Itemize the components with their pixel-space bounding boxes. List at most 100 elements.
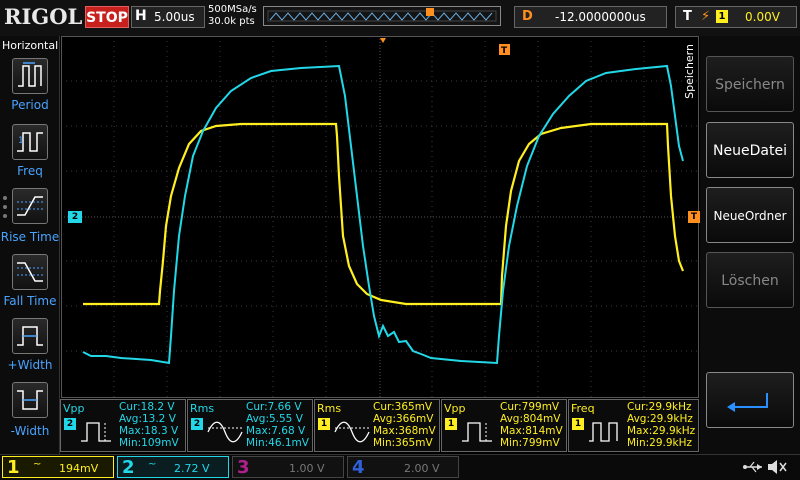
softkey-return[interactable] bbox=[706, 372, 794, 428]
measurement-average: Avg:804mV bbox=[500, 413, 561, 425]
measure-fall-time-button[interactable] bbox=[12, 254, 48, 290]
sample-rate: 500MSa/s bbox=[208, 4, 257, 15]
positive-width-icon bbox=[17, 326, 43, 346]
measure-rise-time-button[interactable] bbox=[12, 188, 48, 224]
measurement-current: Cur:29.9kHz bbox=[627, 401, 692, 413]
measure-positive-width-button[interactable] bbox=[12, 318, 48, 354]
negative-width-icon bbox=[17, 390, 43, 410]
measurement-source-badge: 1 bbox=[572, 418, 584, 430]
frequency-icon bbox=[589, 422, 618, 442]
measurement-average: Avg:13.2 V bbox=[119, 413, 176, 425]
measurement-name: Freq bbox=[571, 402, 595, 415]
measurement-max: Max:814mV bbox=[500, 425, 563, 437]
measurement-panel-3[interactable]: Rms 1 Cur:365mV Avg:366mV Max:368mV Min:… bbox=[314, 399, 440, 452]
return-arrow-icon bbox=[727, 393, 768, 412]
measurement-current: Cur:18.2 V bbox=[119, 401, 175, 413]
measurement-source-badge: 1 bbox=[445, 418, 457, 430]
frequency-icon: 1 bbox=[17, 132, 43, 152]
measurement-panel-1[interactable]: Vpp 2 Cur:18.2 V Avg:13.2 V Max:18.3 V M… bbox=[60, 399, 186, 452]
measurement-min: Min:799mV bbox=[500, 437, 560, 449]
speaker-muted-icon[interactable] bbox=[766, 458, 788, 476]
rms-icon bbox=[207, 421, 243, 443]
memory-overview-graphic bbox=[267, 8, 497, 22]
measurement-current: Cur:365mV bbox=[373, 401, 433, 413]
trigger-grid-label: T bbox=[501, 46, 508, 56]
measurement-average: Avg:366mV bbox=[373, 413, 434, 425]
channel-1-status[interactable]: 1 ~ 194mV bbox=[2, 456, 114, 478]
channel-number: 2 bbox=[122, 457, 135, 478]
memory-trigger-marker-grid: T bbox=[499, 44, 510, 56]
delay-value: -12.0000000us bbox=[555, 10, 646, 24]
measurement-max: Max:18.3 V bbox=[119, 425, 179, 437]
measurement-name: Rms bbox=[317, 402, 342, 415]
channel-3-status[interactable]: 3 1.00 V bbox=[232, 456, 344, 478]
timebase-value: 5.00us bbox=[154, 10, 195, 24]
rising-edge-icon: ⚡ bbox=[701, 9, 711, 24]
softkey-new-file[interactable]: NeueDatei bbox=[706, 122, 794, 178]
scroll-dot bbox=[3, 214, 7, 218]
brand-logo: RIGOL bbox=[4, 4, 83, 29]
ac-coupling-icon: ~ bbox=[33, 459, 42, 470]
measurement-min: Min:365mV bbox=[373, 437, 433, 449]
channel-2-status[interactable]: 2 ~ 2.72 V bbox=[117, 456, 229, 478]
measurement-name: Rms bbox=[190, 402, 215, 415]
measurement-name: Vpp bbox=[444, 402, 466, 415]
softkey-new-folder[interactable]: NeueOrdner bbox=[706, 187, 794, 243]
measure-period-button[interactable] bbox=[12, 58, 48, 94]
measurement-category-title: Horizontal bbox=[2, 39, 59, 52]
channel-4-status[interactable]: 4 2.00 V bbox=[347, 456, 459, 478]
measure-frequency-label: Freq bbox=[17, 164, 43, 178]
menu-title: Speichern bbox=[683, 44, 696, 99]
measure-period-label: Period bbox=[11, 98, 49, 112]
channel-number: 1 bbox=[7, 457, 20, 478]
measurement-source-badge: 2 bbox=[191, 418, 203, 430]
measure-positive-width-label: +Width bbox=[7, 358, 53, 372]
rms-icon bbox=[334, 421, 370, 443]
waveform-display[interactable]: T bbox=[61, 36, 699, 398]
trigger-source-badge: 1 bbox=[716, 10, 728, 23]
channel-scale: 1.00 V bbox=[289, 462, 325, 475]
memory-trigger-marker bbox=[426, 8, 434, 16]
measurement-max: Max:29.9kHz bbox=[627, 425, 696, 437]
softkey-save[interactable]: Speichern bbox=[706, 56, 794, 112]
measure-fall-time-label: Fall Time bbox=[3, 294, 57, 308]
measurement-panel-2[interactable]: Rms 2 Cur:7.66 V Avg:5.55 V Max:7.68 V M… bbox=[187, 399, 313, 452]
timebase-display[interactable]: H 5.00us bbox=[131, 6, 205, 28]
usb-icon bbox=[743, 461, 762, 473]
channel-number: 3 bbox=[237, 457, 250, 478]
measurement-max: Max:368mV bbox=[373, 425, 436, 437]
rise-time-icon bbox=[17, 196, 43, 216]
measurement-min: Min:46.1mV bbox=[246, 437, 309, 449]
scroll-dot bbox=[3, 205, 7, 209]
timebase-label: H bbox=[135, 8, 147, 24]
channel-2-offset-marker[interactable]: 2 bbox=[68, 211, 82, 223]
measurement-name: Vpp bbox=[63, 402, 85, 415]
channel-scale: 194mV bbox=[59, 462, 99, 475]
trigger-level-value: 0.00V bbox=[745, 10, 780, 24]
peak-to-peak-icon bbox=[462, 422, 492, 442]
peak-to-peak-icon bbox=[81, 422, 111, 442]
softkey-delete[interactable]: Löschen bbox=[706, 252, 794, 308]
acquisition-info: 500MSa/s 30.0k pts bbox=[208, 4, 257, 28]
channel-scale: 2.72 V bbox=[174, 462, 210, 475]
trigger-label: T bbox=[683, 9, 692, 24]
ac-coupling-icon: ~ bbox=[148, 459, 157, 470]
measure-negative-width-button[interactable] bbox=[12, 382, 48, 418]
measurement-average: Avg:5.55 V bbox=[246, 413, 303, 425]
run-stop-indicator[interactable]: STOP bbox=[85, 6, 129, 28]
measurement-min: Min:29.9kHz bbox=[627, 437, 693, 449]
channel-scale: 2.00 V bbox=[404, 462, 440, 475]
svg-text:1: 1 bbox=[18, 136, 24, 146]
measurement-panel-4[interactable]: Vpp 1 Cur:799mV Avg:804mV Max:814mV Min:… bbox=[441, 399, 567, 452]
delay-label: D bbox=[522, 9, 533, 24]
measurement-average: Avg:29.9kHz bbox=[627, 413, 693, 425]
measurement-min: Min:109mV bbox=[119, 437, 179, 449]
measure-negative-width-label: -Width bbox=[10, 424, 50, 438]
memory-depth: 30.0k pts bbox=[208, 16, 255, 27]
trigger-level-marker[interactable]: T bbox=[688, 211, 700, 223]
measurement-current: Cur:799mV bbox=[500, 401, 560, 413]
measure-frequency-button[interactable]: 1 bbox=[12, 124, 48, 160]
waveform-memory-overview[interactable] bbox=[263, 6, 501, 26]
measurement-current: Cur:7.66 V bbox=[246, 401, 302, 413]
measurement-panel-5[interactable]: Freq 1 Cur:29.9kHz Avg:29.9kHz Max:29.9k… bbox=[568, 399, 699, 452]
